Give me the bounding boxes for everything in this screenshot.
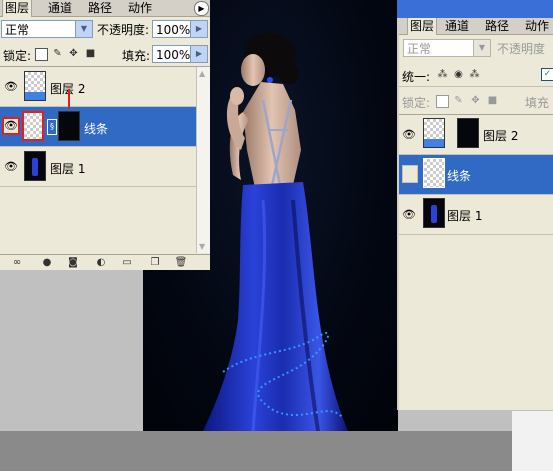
layers-panel-right: 图层 通道 路径 动作 正常 ▼ 不透明度 统一: ⁂ ◉ ⁂ ✓ 锁定: ✎ …	[399, 18, 553, 240]
blend-mode-value: 正常	[5, 23, 30, 37]
layer-row-layer1[interactable]: 👁 图层 1	[0, 147, 196, 187]
blend-mode-select[interactable]: 正常 ▼	[403, 39, 491, 57]
eye-icon[interactable]: 👁	[2, 117, 20, 135]
eye-icon[interactable]: 👁	[400, 206, 418, 224]
red-marker-line	[68, 89, 70, 109]
chevron-down-icon: ▼	[75, 21, 92, 37]
layer-name: 线条	[84, 122, 109, 136]
layer-name: 图层 1	[447, 209, 483, 223]
lock-move-icon[interactable]: ✥	[68, 48, 79, 59]
mask-icon[interactable]: ◙	[66, 256, 80, 270]
thumbnail-fill	[25, 92, 45, 100]
tab-channels[interactable]: 通道	[46, 0, 74, 16]
panel-menu-icon[interactable]: ▶	[194, 1, 209, 16]
lock-all-icon[interactable]: ■	[487, 95, 498, 106]
tab-actions[interactable]: 动作	[126, 0, 154, 16]
chevron-down-icon: ▼	[473, 40, 490, 56]
tab-paths[interactable]: 路径	[86, 0, 114, 16]
eye-icon[interactable]: 👁	[2, 78, 20, 96]
folder-icon[interactable]: ▭	[120, 256, 134, 270]
thumbnail-figure	[431, 205, 437, 223]
layer-name: 图层 1	[50, 162, 86, 176]
unify-position-icon[interactable]: ⁂	[437, 69, 448, 80]
tab-actions[interactable]: 动作	[523, 18, 551, 34]
layer-thumbnail	[423, 158, 445, 188]
panel-titlebar	[397, 0, 553, 18]
opacity-value: 100%	[156, 23, 191, 37]
layer-row-lines[interactable]: 👁 § 线条	[0, 89, 196, 147]
lock-move-icon[interactable]: ✥	[470, 95, 481, 106]
fill-label: 填充:	[122, 49, 151, 63]
tab-layers[interactable]: 图层	[407, 18, 438, 35]
propagate-checkbox[interactable]: ✓	[541, 68, 553, 81]
layer-name: 图层 2	[483, 129, 519, 143]
layer-thumbnail	[24, 71, 46, 101]
panel-tabbar: 图层 通道 路径 动作	[399, 18, 553, 35]
layer-row-layer2[interactable]: 👁 图层 2	[399, 115, 553, 155]
adjustment-icon[interactable]: ◐	[94, 256, 108, 270]
scrollbar[interactable]: ▲ ▼	[196, 67, 210, 253]
lock-label: 锁定:	[3, 49, 32, 63]
status-corner	[512, 411, 553, 471]
link-icon[interactable]: ∞	[10, 256, 24, 270]
chevron-down-icon: ▶	[190, 21, 207, 37]
chevron-up-icon[interactable]: ▲	[199, 69, 205, 78]
fill-label: 填充	[525, 96, 550, 110]
unify-visibility-icon[interactable]: ◉	[453, 69, 464, 80]
visibility-toggle[interactable]	[402, 165, 418, 183]
fx-icon[interactable]: ●	[40, 256, 54, 270]
chevron-down-icon: ▶	[190, 46, 207, 62]
unify-style-icon[interactable]: ⁂	[469, 69, 480, 80]
opacity-input[interactable]: 100% ▶	[152, 20, 208, 38]
link-icon[interactable]: §	[47, 119, 57, 135]
layer-thumbnail	[423, 198, 445, 228]
blend-mode-select[interactable]: 正常 ▼	[1, 20, 93, 38]
lock-brush-icon[interactable]: ✎	[52, 48, 63, 59]
layer-name: 线条	[447, 169, 472, 183]
unify-label: 统一:	[402, 70, 431, 84]
thumbnail-fill	[424, 139, 444, 147]
trash-icon[interactable]: 🗑	[174, 256, 188, 270]
lock-transparent-icon[interactable]	[35, 48, 48, 61]
opacity-label: 不透明度	[497, 42, 546, 56]
divider	[399, 86, 553, 87]
eye-icon[interactable]: 👁	[400, 126, 418, 144]
thumbnail-figure	[32, 158, 38, 176]
tab-paths[interactable]: 路径	[483, 18, 511, 34]
layer-row-lines[interactable]: 线条	[399, 155, 553, 195]
eye-icon[interactable]: 👁	[2, 158, 20, 176]
layer-thumbnail	[24, 151, 46, 181]
panel-bottom-toolbar: ∞ ● ◙ ◐ ▭ ❐ 🗑	[0, 254, 210, 270]
chevron-down-icon[interactable]: ▼	[199, 242, 205, 251]
panel-tabbar: 图层 通道 路径 动作 ▶	[0, 0, 210, 17]
lock-brush-icon[interactable]: ✎	[453, 95, 464, 106]
new-layer-icon[interactable]: ❐	[148, 256, 162, 270]
layer-thumbnail	[423, 118, 445, 148]
opacity-label: 不透明度:	[97, 23, 150, 37]
blend-mode-value: 正常	[407, 42, 432, 56]
mask-thumbnail	[58, 111, 80, 141]
layer-row-layer2[interactable]: 👁 图层 2	[0, 67, 196, 107]
lock-all-icon[interactable]: ■	[85, 48, 96, 59]
fill-input[interactable]: 100% ▶	[152, 45, 208, 63]
fill-value: 100%	[156, 48, 191, 62]
layer-thumbnail	[22, 111, 44, 141]
tab-layers[interactable]: 图层	[2, 0, 33, 17]
layers-panel-left: 图层 通道 路径 动作 ▶ 正常 ▼ 不透明度: 100% ▶ 锁定: ✎ ✥ …	[0, 0, 210, 270]
tab-channels[interactable]: 通道	[443, 18, 471, 34]
mask-thumbnail	[457, 118, 479, 148]
lock-transparent-icon[interactable]	[436, 95, 449, 108]
right-panel-empty-area	[399, 240, 553, 410]
layer-row-layer1[interactable]: 👁 图层 1	[399, 195, 553, 235]
lock-label: 锁定:	[402, 96, 431, 110]
status-strip	[0, 431, 553, 471]
